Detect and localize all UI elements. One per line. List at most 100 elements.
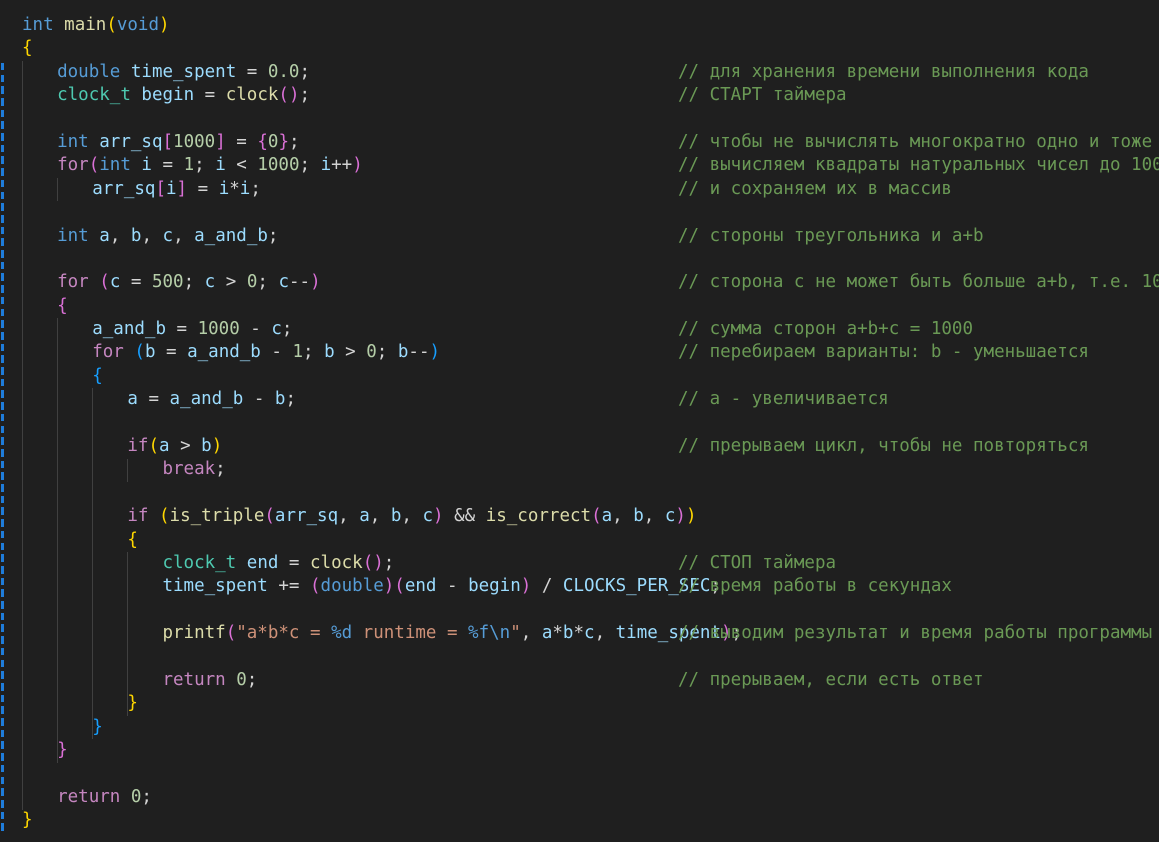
code-comment[interactable]: // прерываем цикл, чтобы не повторяться [678, 435, 1159, 458]
code-token: a [99, 225, 110, 246]
comment-column[interactable]: // для хранения времени выполнения кода /… [678, 14, 1159, 833]
code-token: i [141, 155, 152, 176]
code-token: 1 [183, 155, 195, 176]
code-token: ; [285, 389, 296, 410]
code-comment[interactable]: // СТАРТ таймера [678, 84, 1159, 107]
code-line[interactable]: a = a_and_b - b; [0, 388, 742, 411]
code-comment[interactable]: // a - увеличивается [678, 388, 1159, 411]
code-token: a_and_b [194, 225, 268, 246]
code-line[interactable] [0, 412, 742, 435]
code-content[interactable]: int main(void){double time_spent = 0.0; c… [0, 14, 742, 833]
comment-spacer [678, 739, 1159, 762]
code-comment[interactable]: // сторона c не может быть больше a+b, т… [678, 271, 1159, 294]
code-comment[interactable]: // и сохраняем их в массив [678, 178, 1159, 201]
code-comment[interactable]: // для хранения времени выполнения кода [678, 61, 1159, 84]
code-token: return [162, 669, 226, 690]
code-line[interactable]: int arr_sq[1000] = {0}; [0, 131, 742, 154]
code-line[interactable] [0, 763, 742, 786]
code-comment[interactable]: // стороны треугольника и a+b [678, 225, 1159, 248]
code-line[interactable]: break; [0, 458, 742, 481]
code-line[interactable]: for (c = 500; c > 0; c--) [0, 271, 742, 294]
code-comment[interactable]: // сумма сторон a+b+c = 1000 [678, 318, 1159, 341]
code-line[interactable]: return 0; [0, 669, 742, 692]
code-line[interactable]: { [0, 37, 742, 60]
code-token: %d [331, 623, 353, 644]
code-line[interactable]: { [0, 295, 742, 318]
code-token: { [92, 365, 103, 386]
code-token: < [225, 155, 258, 176]
change-marker [1, 577, 4, 586]
code-token: , [612, 506, 634, 527]
code-line[interactable]: } [0, 716, 742, 739]
code-line[interactable]: time_spent += (double)(end - begin) / CL… [0, 575, 742, 598]
code-token: ; [246, 669, 258, 690]
code-line[interactable]: } [0, 739, 742, 762]
code-token: int [99, 155, 131, 176]
code-token: c [584, 623, 595, 644]
change-marker-gutter [0, 0, 6, 842]
code-comment[interactable]: // СТОП таймера [678, 552, 1159, 575]
code-token: time_spent [130, 61, 237, 82]
code-line[interactable] [0, 248, 742, 271]
code-comment[interactable]: // чтобы не вычислять многократно одно и… [678, 131, 1159, 154]
code-token: ) [352, 155, 363, 176]
code-comment[interactable]: // вычисляем квадраты натуральных чисел … [678, 154, 1159, 177]
code-line[interactable]: } [0, 692, 742, 715]
code-line[interactable]: if(a > b) [0, 435, 742, 458]
code-line[interactable]: int main(void) [0, 14, 742, 37]
code-line[interactable]: { [0, 529, 742, 552]
code-token: , [109, 225, 131, 246]
code-token: ; [257, 272, 279, 293]
change-marker [1, 718, 4, 726]
code-token: - [436, 576, 469, 597]
code-token: = [236, 61, 268, 82]
code-line[interactable]: clock_t begin = clock(); [0, 84, 742, 107]
code-line[interactable]: { [0, 365, 742, 388]
code-line[interactable]: return 0; [0, 786, 742, 809]
change-marker [1, 285, 4, 293]
code-editor-view[interactable]: int main(void){double time_spent = 0.0; c… [0, 0, 1159, 842]
code-line[interactable]: if (is_triple(arr_sq, a, b, c) && is_cor… [0, 505, 742, 528]
code-token: arr_sq [274, 506, 339, 527]
change-marker [1, 589, 4, 597]
code-line[interactable]: printf("a*b*c = %d runtime = %f\n", a*b*… [0, 622, 742, 645]
code-line[interactable]: int a, b, c, a_and_b; [0, 225, 742, 248]
comment-spacer [678, 37, 1159, 60]
change-marker [1, 144, 4, 153]
code-token: ( [362, 552, 374, 573]
code-comment[interactable]: // прерываем, если есть ответ [678, 669, 1159, 692]
code-token: ( [591, 506, 602, 527]
code-token: b [633, 506, 644, 527]
code-comment[interactable]: // перебираем варианты: b - уменьшается [678, 341, 1159, 364]
code-line[interactable]: arr_sq[i] = i*i; [0, 178, 742, 201]
code-line[interactable]: a_and_b = 1000 - c; [0, 318, 742, 341]
code-comment[interactable]: // выводим результат и время работы прог… [678, 622, 1159, 645]
change-marker [1, 109, 4, 118]
code-token: ( [99, 272, 110, 293]
code-line[interactable]: for (b = a_and_b - 1; b > 0; b--) [0, 341, 742, 364]
code-token: 1 [292, 342, 304, 363]
code-line[interactable]: } [0, 809, 742, 832]
code-token: 0 [366, 342, 377, 363]
code-token: ; [250, 178, 261, 199]
code-token: main [64, 15, 107, 35]
code-token: , [369, 506, 391, 527]
code-line[interactable] [0, 482, 742, 505]
code-token: i [166, 178, 177, 199]
change-marker [1, 179, 4, 188]
code-token: ; [141, 786, 152, 807]
code-token: ; [303, 342, 325, 363]
code-line[interactable] [0, 108, 742, 131]
code-comment[interactable]: // время работы в секундах [678, 575, 1159, 598]
code-line[interactable] [0, 599, 742, 622]
code-line[interactable]: clock_t end = clock(); [0, 552, 742, 575]
code-token: 1000 [197, 319, 240, 340]
code-line[interactable] [0, 201, 742, 224]
code-line[interactable]: for(int i = 1; i < 1000; i++) [0, 154, 742, 177]
code-token: a [158, 436, 170, 457]
code-line[interactable]: double time_spent = 0.0; [0, 61, 742, 84]
code-line[interactable] [0, 646, 742, 669]
code-token: clock [310, 552, 363, 573]
